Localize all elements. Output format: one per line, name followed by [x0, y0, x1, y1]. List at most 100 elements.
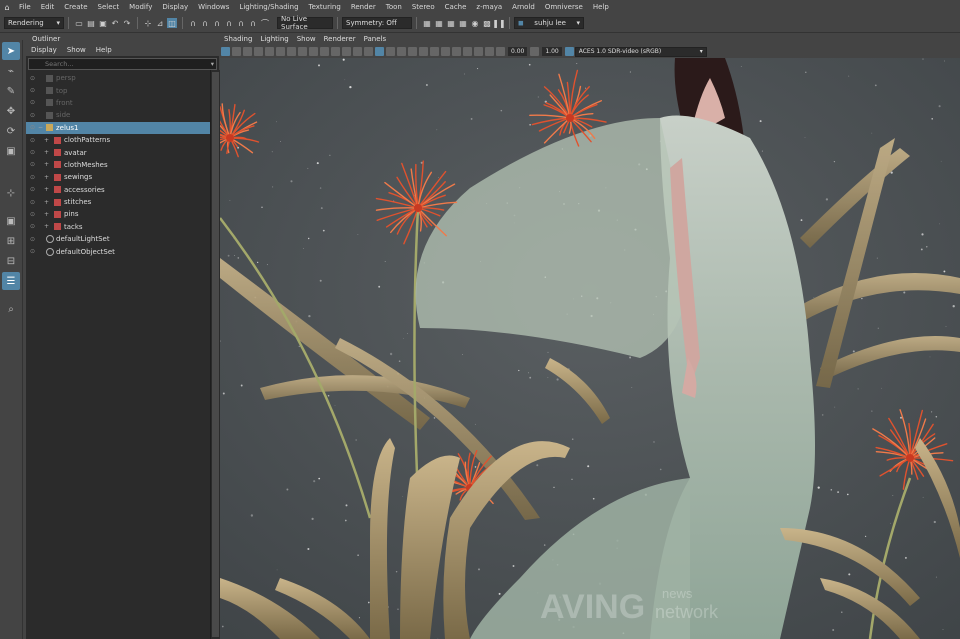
render-settings-icon[interactable]: ▦ — [458, 18, 468, 28]
render-view-icon[interactable]: ▦ — [422, 18, 432, 28]
visibility-icon[interactable]: ⊙ — [30, 75, 38, 82]
visibility-icon[interactable]: ⊙ — [30, 99, 38, 106]
visibility-icon[interactable]: ⊙ — [30, 124, 38, 131]
visibility-icon[interactable]: ⊙ — [30, 174, 38, 181]
safe-action-icon[interactable] — [320, 47, 329, 56]
outliner-item-accessories[interactable]: ⊙ + accessories — [26, 184, 219, 196]
xray-icon[interactable] — [463, 47, 472, 56]
four-view-layout-icon[interactable]: ⊞ — [2, 232, 20, 250]
use-all-lights-icon[interactable] — [386, 47, 395, 56]
expand-icon[interactable]: + — [44, 137, 49, 144]
textured-icon[interactable] — [375, 47, 384, 56]
pause-icon[interactable]: ❚❚ — [492, 18, 505, 28]
expand-icon[interactable]: + — [44, 161, 49, 168]
select-component-icon[interactable]: ◫ — [167, 18, 177, 28]
two-view-layout-icon[interactable]: ⊟ — [2, 252, 20, 270]
menu-item-stereo[interactable]: Stereo — [407, 3, 440, 11]
visibility-icon[interactable]: ⊙ — [30, 211, 38, 218]
live-surface-field[interactable]: No Live Surface — [277, 15, 333, 31]
search-icon[interactable]: ⌕ — [2, 300, 20, 318]
axis-icon[interactable]: ⊹ — [2, 184, 20, 202]
single-view-layout-icon[interactable]: ▣ — [2, 212, 20, 230]
outliner-menu-display[interactable]: Display — [26, 45, 62, 56]
save-scene-icon[interactable]: ▣ — [98, 18, 108, 28]
hypershade-icon[interactable]: ◉ — [470, 18, 480, 28]
menu-item-omniverse[interactable]: Omniverse — [540, 3, 588, 11]
expand-icon[interactable]: + — [44, 186, 49, 193]
xray-components-icon[interactable] — [485, 47, 494, 56]
anti-aliasing-icon[interactable] — [430, 47, 439, 56]
snap-surface-icon[interactable]: ∩ — [236, 18, 246, 28]
snap-curve-icon[interactable]: ∩ — [200, 18, 210, 28]
visibility-icon[interactable]: ⊙ — [30, 186, 38, 193]
render-sequence-icon[interactable]: ▩ — [482, 18, 492, 28]
visibility-icon[interactable]: ⊙ — [30, 236, 38, 243]
grid-icon[interactable] — [265, 47, 274, 56]
menu-set-dropdown[interactable]: Rendering ▾ — [4, 17, 64, 29]
safe-title-icon[interactable] — [331, 47, 340, 56]
chevron-down-icon[interactable]: ▾ — [211, 59, 214, 69]
viewport-menu-lighting[interactable]: Lighting — [256, 34, 292, 45]
ipr-render-icon[interactable]: ▦ — [446, 18, 456, 28]
new-scene-icon[interactable]: ▭ — [74, 18, 84, 28]
menu-item-arnold[interactable]: Arnold — [507, 3, 540, 11]
select-tool-icon[interactable]: ➤ — [2, 42, 20, 60]
viewport-menu-shading[interactable]: Shading — [220, 34, 256, 45]
outliner-scrollbar[interactable] — [210, 70, 220, 639]
menu-item-edit[interactable]: Edit — [36, 3, 60, 11]
outliner-item-sewings[interactable]: ⊙ + sewings — [26, 171, 219, 183]
smooth-shade-icon[interactable] — [353, 47, 362, 56]
menu-item-display[interactable]: Display — [157, 3, 193, 11]
exposure-icon[interactable] — [496, 47, 505, 56]
move-tool-icon[interactable]: ✥ — [2, 102, 20, 120]
visibility-icon[interactable]: ⊙ — [30, 149, 38, 156]
menu-item-select[interactable]: Select — [93, 3, 125, 11]
home-icon[interactable]: ⌂ — [0, 0, 14, 14]
menu-item-modify[interactable]: Modify — [124, 3, 157, 11]
default-material-icon[interactable] — [364, 47, 373, 56]
user-account-dropdown[interactable]: ◼ suhju lee ▾ — [514, 17, 584, 29]
outliner-menu-show[interactable]: Show — [62, 45, 91, 56]
screen-space-ao-icon[interactable] — [408, 47, 417, 56]
menu-item-windows[interactable]: Windows — [193, 3, 234, 11]
snap-grid-icon[interactable]: ∩ — [188, 18, 198, 28]
viewport-3d[interactable]: AVING news network — [220, 58, 960, 639]
open-scene-icon[interactable]: ▤ — [86, 18, 96, 28]
menu-item-render[interactable]: Render — [346, 3, 381, 11]
rotate-tool-icon[interactable]: ⟳ — [2, 122, 20, 140]
resolution-gate-icon[interactable] — [287, 47, 296, 56]
color-management-icon[interactable] — [564, 47, 574, 56]
wireframe-icon[interactable] — [342, 47, 351, 56]
expand-icon[interactable]: + — [44, 211, 49, 218]
visibility-icon[interactable]: ⊙ — [30, 87, 38, 94]
select-hierarchy-icon[interactable]: ⊹ — [143, 18, 153, 28]
expand-icon[interactable]: + — [44, 199, 49, 206]
outliner-item-pins[interactable]: ⊙ + pins — [26, 208, 219, 220]
visibility-icon[interactable]: ⊙ — [30, 223, 38, 230]
snap-view-icon[interactable]: ∩ — [224, 18, 234, 28]
view-transform-dropdown[interactable]: ACES 1.0 SDR-video (sRGB) ▾ — [574, 46, 707, 57]
gate-mask-icon[interactable] — [298, 47, 307, 56]
collapse-icon[interactable]: − — [38, 124, 43, 131]
visibility-icon[interactable]: ⊙ — [30, 137, 38, 144]
bookmark-icon[interactable] — [243, 47, 252, 56]
outliner-item-clothpatterns[interactable]: ⊙ + clothPatterns — [26, 134, 219, 146]
outliner-search-input[interactable]: Search... ▾ — [28, 58, 217, 70]
outliner-item-persp[interactable]: ⊙ persp — [26, 72, 219, 84]
menu-item-help[interactable]: Help — [588, 3, 614, 11]
menu-item-file[interactable]: File — [14, 3, 36, 11]
field-chart-icon[interactable] — [309, 47, 318, 56]
visibility-icon[interactable]: ⊙ — [30, 248, 38, 255]
undo-icon[interactable]: ↶ — [110, 18, 120, 28]
expand-icon[interactable]: + — [44, 149, 49, 156]
viewport-menu-panels[interactable]: Panels — [360, 34, 391, 45]
visibility-icon[interactable]: ⊙ — [30, 112, 38, 119]
menu-item-toon[interactable]: Toon — [381, 3, 407, 11]
menu-item-lighting-shading[interactable]: Lighting/Shading — [234, 3, 303, 11]
outliner-item-side[interactable]: ⊙ side — [26, 109, 219, 121]
scrollbar-thumb[interactable] — [212, 72, 219, 637]
make-live-icon[interactable]: ⌒ — [260, 18, 270, 28]
viewport-menu-show[interactable]: Show — [293, 34, 320, 45]
gamma-field[interactable]: 1.00 — [542, 47, 562, 56]
select-object-icon[interactable]: ⊿ — [155, 18, 165, 28]
